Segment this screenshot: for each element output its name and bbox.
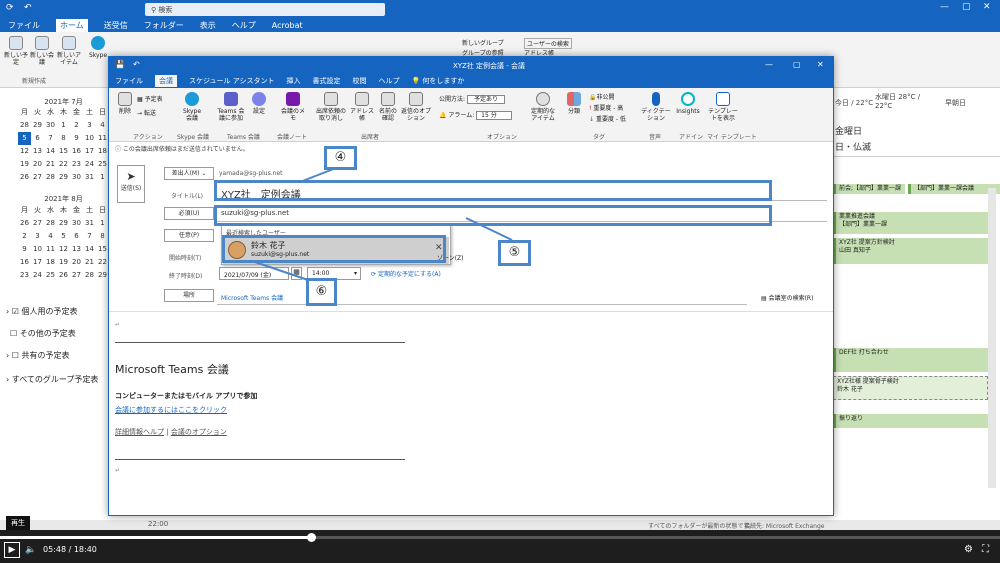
callout-number-6: ⑥: [306, 278, 337, 306]
callout-lines: [254, 167, 513, 281]
callout-number-5: ⑤: [498, 240, 531, 266]
callout-number-4: ④: [324, 146, 357, 170]
